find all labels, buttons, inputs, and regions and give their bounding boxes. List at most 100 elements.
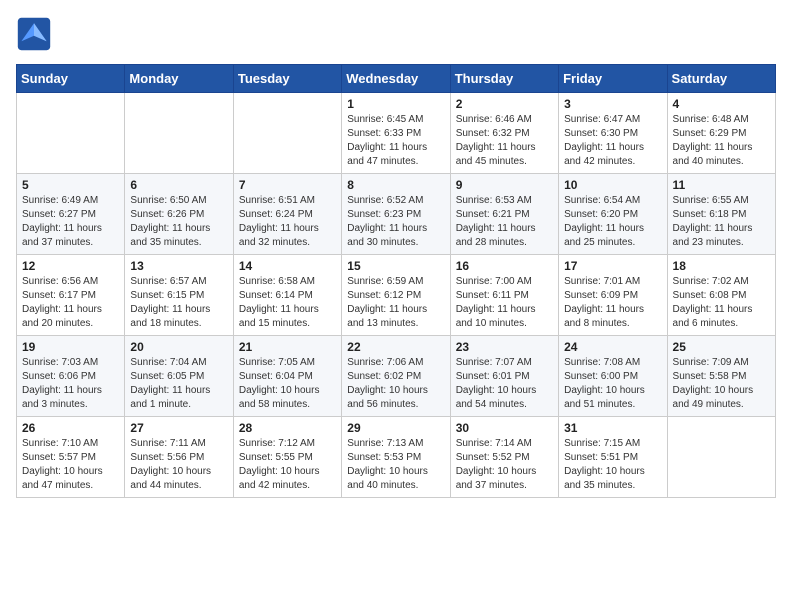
calendar-week-row: 1 Sunrise: 6:45 AM Sunset: 6:33 PM Daylig… xyxy=(17,93,776,174)
day-number: 29 xyxy=(347,421,444,435)
calendar-cell xyxy=(233,93,341,174)
day-number: 9 xyxy=(456,178,553,192)
calendar-cell: 24 Sunrise: 7:08 AM Sunset: 6:00 PM Dayli… xyxy=(559,336,667,417)
calendar-cell: 18 Sunrise: 7:02 AM Sunset: 6:08 PM Dayli… xyxy=(667,255,775,336)
day-info: Sunrise: 7:13 AM Sunset: 5:53 PM Dayligh… xyxy=(347,437,444,493)
day-info: Sunrise: 7:04 AM Sunset: 6:05 PM Dayligh… xyxy=(130,356,227,412)
day-number: 19 xyxy=(22,340,119,354)
weekday-header: Friday xyxy=(559,65,667,93)
day-number: 6 xyxy=(130,178,227,192)
day-number: 17 xyxy=(564,259,661,273)
calendar-cell: 10Sunrise: 6:54 AM Sunset: 6:20 PM Dayli… xyxy=(559,174,667,255)
day-info: Sunrise: 6:47 AM Sunset: 6:30 PM Dayligh… xyxy=(564,113,661,169)
weekday-header: Wednesday xyxy=(342,65,450,93)
day-number: 1 xyxy=(347,97,444,111)
calendar-cell: 30 Sunrise: 7:14 AM Sunset: 5:52 PM Dayli… xyxy=(450,417,558,498)
calendar-cell: 15 Sunrise: 6:59 AM Sunset: 6:12 PM Dayli… xyxy=(342,255,450,336)
day-info: Sunrise: 7:09 AM Sunset: 5:58 PM Dayligh… xyxy=(673,356,770,412)
weekday-header: Tuesday xyxy=(233,65,341,93)
day-info: Sunrise: 7:00 AM Sunset: 6:11 PM Dayligh… xyxy=(456,275,553,331)
calendar-cell: 21 Sunrise: 7:05 AM Sunset: 6:04 PM Dayli… xyxy=(233,336,341,417)
calendar-cell: 3 Sunrise: 6:47 AM Sunset: 6:30 PM Daylig… xyxy=(559,93,667,174)
calendar-cell: 14 Sunrise: 6:58 AM Sunset: 6:14 PM Dayli… xyxy=(233,255,341,336)
day-info: Sunrise: 6:51 AM Sunset: 6:24 PM Dayligh… xyxy=(239,194,336,250)
calendar-cell xyxy=(17,93,125,174)
calendar-cell xyxy=(125,93,233,174)
day-info: Sunrise: 7:14 AM Sunset: 5:52 PM Dayligh… xyxy=(456,437,553,493)
weekday-header: Saturday xyxy=(667,65,775,93)
calendar-cell: 6 Sunrise: 6:50 AM Sunset: 6:26 PM Daylig… xyxy=(125,174,233,255)
calendar-header-row: SundayMondayTuesdayWednesdayThursdayFrid… xyxy=(17,65,776,93)
calendar-cell: 7 Sunrise: 6:51 AM Sunset: 6:24 PM Daylig… xyxy=(233,174,341,255)
day-info: Sunrise: 7:01 AM Sunset: 6:09 PM Dayligh… xyxy=(564,275,661,331)
day-info: Sunrise: 7:15 AM Sunset: 5:51 PM Dayligh… xyxy=(564,437,661,493)
day-info: Sunrise: 6:46 AM Sunset: 6:32 PM Dayligh… xyxy=(456,113,553,169)
day-info: Sunrise: 6:49 AM Sunset: 6:27 PM Dayligh… xyxy=(22,194,119,250)
calendar-cell: 2 Sunrise: 6:46 AM Sunset: 6:32 PM Daylig… xyxy=(450,93,558,174)
calendar-cell: 17 Sunrise: 7:01 AM Sunset: 6:09 PM Dayli… xyxy=(559,255,667,336)
logo-icon xyxy=(16,16,52,52)
day-info: Sunrise: 7:06 AM Sunset: 6:02 PM Dayligh… xyxy=(347,356,444,412)
calendar-cell: 19 Sunrise: 7:03 AM Sunset: 6:06 PM Dayli… xyxy=(17,336,125,417)
day-number: 28 xyxy=(239,421,336,435)
calendar-cell: 13Sunrise: 6:57 AM Sunset: 6:15 PM Dayli… xyxy=(125,255,233,336)
calendar-cell: 16 Sunrise: 7:00 AM Sunset: 6:11 PM Dayli… xyxy=(450,255,558,336)
day-number: 27 xyxy=(130,421,227,435)
day-info: Sunrise: 7:05 AM Sunset: 6:04 PM Dayligh… xyxy=(239,356,336,412)
day-number: 11 xyxy=(673,178,770,192)
day-info: Sunrise: 7:12 AM Sunset: 5:55 PM Dayligh… xyxy=(239,437,336,493)
weekday-header: Thursday xyxy=(450,65,558,93)
day-number: 31 xyxy=(564,421,661,435)
day-info: Sunrise: 6:53 AM Sunset: 6:21 PM Dayligh… xyxy=(456,194,553,250)
day-number: 16 xyxy=(456,259,553,273)
calendar-week-row: 26 Sunrise: 7:10 AM Sunset: 5:57 PM Dayli… xyxy=(17,417,776,498)
calendar-cell: 23Sunrise: 7:07 AM Sunset: 6:01 PM Dayli… xyxy=(450,336,558,417)
day-info: Sunrise: 6:48 AM Sunset: 6:29 PM Dayligh… xyxy=(673,113,770,169)
calendar-week-row: 12Sunrise: 6:56 AM Sunset: 6:17 PM Dayli… xyxy=(17,255,776,336)
day-number: 14 xyxy=(239,259,336,273)
day-info: Sunrise: 7:02 AM Sunset: 6:08 PM Dayligh… xyxy=(673,275,770,331)
calendar-cell: 22 Sunrise: 7:06 AM Sunset: 6:02 PM Dayli… xyxy=(342,336,450,417)
calendar-cell: 29 Sunrise: 7:13 AM Sunset: 5:53 PM Dayli… xyxy=(342,417,450,498)
day-number: 21 xyxy=(239,340,336,354)
day-number: 2 xyxy=(456,97,553,111)
logo xyxy=(16,16,58,52)
day-number: 3 xyxy=(564,97,661,111)
calendar: SundayMondayTuesdayWednesdayThursdayFrid… xyxy=(16,64,776,498)
calendar-week-row: 5 Sunrise: 6:49 AM Sunset: 6:27 PM Daylig… xyxy=(17,174,776,255)
day-info: Sunrise: 7:11 AM Sunset: 5:56 PM Dayligh… xyxy=(130,437,227,493)
day-info: Sunrise: 7:08 AM Sunset: 6:00 PM Dayligh… xyxy=(564,356,661,412)
day-info: Sunrise: 7:03 AM Sunset: 6:06 PM Dayligh… xyxy=(22,356,119,412)
day-number: 18 xyxy=(673,259,770,273)
day-number: 15 xyxy=(347,259,444,273)
calendar-cell: 26 Sunrise: 7:10 AM Sunset: 5:57 PM Dayli… xyxy=(17,417,125,498)
day-number: 22 xyxy=(347,340,444,354)
calendar-cell: 4Sunrise: 6:48 AM Sunset: 6:29 PM Daylig… xyxy=(667,93,775,174)
calendar-cell: 9 Sunrise: 6:53 AM Sunset: 6:21 PM Daylig… xyxy=(450,174,558,255)
day-number: 26 xyxy=(22,421,119,435)
day-info: Sunrise: 7:07 AM Sunset: 6:01 PM Dayligh… xyxy=(456,356,553,412)
calendar-cell: 20Sunrise: 7:04 AM Sunset: 6:05 PM Dayli… xyxy=(125,336,233,417)
day-info: Sunrise: 6:50 AM Sunset: 6:26 PM Dayligh… xyxy=(130,194,227,250)
day-number: 13 xyxy=(130,259,227,273)
day-info: Sunrise: 6:45 AM Sunset: 6:33 PM Dayligh… xyxy=(347,113,444,169)
day-number: 25 xyxy=(673,340,770,354)
day-info: Sunrise: 6:52 AM Sunset: 6:23 PM Dayligh… xyxy=(347,194,444,250)
day-info: Sunrise: 6:59 AM Sunset: 6:12 PM Dayligh… xyxy=(347,275,444,331)
day-info: Sunrise: 6:54 AM Sunset: 6:20 PM Dayligh… xyxy=(564,194,661,250)
day-number: 30 xyxy=(456,421,553,435)
calendar-cell: 25 Sunrise: 7:09 AM Sunset: 5:58 PM Dayli… xyxy=(667,336,775,417)
day-info: Sunrise: 6:56 AM Sunset: 6:17 PM Dayligh… xyxy=(22,275,119,331)
calendar-cell: 28 Sunrise: 7:12 AM Sunset: 5:55 PM Dayli… xyxy=(233,417,341,498)
day-number: 7 xyxy=(239,178,336,192)
calendar-cell: 27 Sunrise: 7:11 AM Sunset: 5:56 PM Dayli… xyxy=(125,417,233,498)
day-number: 8 xyxy=(347,178,444,192)
day-number: 24 xyxy=(564,340,661,354)
day-info: Sunrise: 6:55 AM Sunset: 6:18 PM Dayligh… xyxy=(673,194,770,250)
day-info: Sunrise: 7:10 AM Sunset: 5:57 PM Dayligh… xyxy=(22,437,119,493)
calendar-cell: 11 Sunrise: 6:55 AM Sunset: 6:18 PM Dayli… xyxy=(667,174,775,255)
calendar-cell: 5 Sunrise: 6:49 AM Sunset: 6:27 PM Daylig… xyxy=(17,174,125,255)
day-number: 5 xyxy=(22,178,119,192)
calendar-cell: 1 Sunrise: 6:45 AM Sunset: 6:33 PM Daylig… xyxy=(342,93,450,174)
day-info: Sunrise: 6:58 AM Sunset: 6:14 PM Dayligh… xyxy=(239,275,336,331)
